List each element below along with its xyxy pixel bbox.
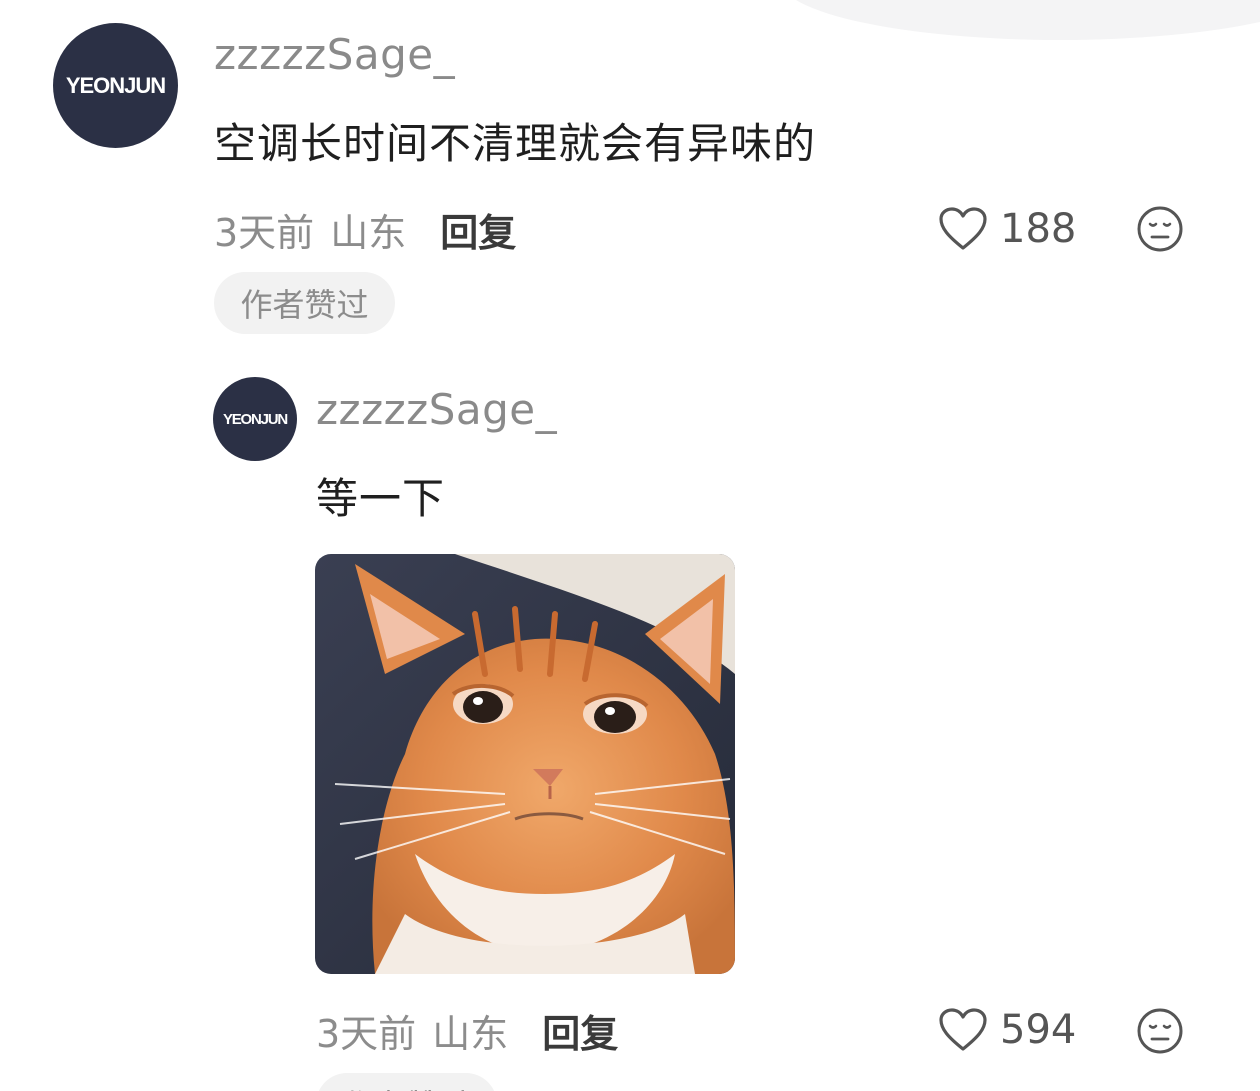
comment-meta: 3天前 山东 回复 [214, 202, 516, 257]
like-button[interactable]: 188 [938, 204, 1076, 254]
cat-sticker-image[interactable] [315, 554, 735, 974]
author-liked-badge: 作者赞过 [214, 272, 395, 334]
comment-thread: YEONJUN zzzzzSage_ 空调长时间不清理就会有异味的 3天前 山东… [0, 0, 1260, 1091]
avatar[interactable]: YEONJUN [53, 23, 178, 148]
heart-icon [939, 1008, 987, 1051]
reply-avatar[interactable]: YEONJUN [213, 377, 297, 461]
reply-author-liked-badge: 作者赞过 [316, 1073, 497, 1091]
comment-text: 空调长时间不清理就会有异味的 [214, 119, 817, 168]
reply-to-reply-button[interactable]: 回复 [542, 1003, 618, 1058]
reply-like-count: 594 [1000, 1007, 1077, 1053]
meh-face-icon[interactable] [1136, 1007, 1184, 1055]
reply-meta: 3天前 山东 回复 [316, 1003, 618, 1058]
comment-username[interactable]: zzzzzSage_ [214, 30, 455, 79]
heart-icon [939, 207, 987, 250]
header-edge [780, 0, 1260, 40]
avatar-text: YEONJUN [65, 72, 166, 98]
reply-like-button[interactable]: 594 [938, 1005, 1076, 1055]
reply-button[interactable]: 回复 [440, 202, 516, 257]
avatar-text: YEONJUN [222, 410, 288, 428]
like-count: 188 [1000, 206, 1077, 252]
reply-text: 等一下 [316, 474, 446, 523]
comment-time: 3天前 [214, 210, 315, 255]
reply-username[interactable]: zzzzzSage_ [316, 385, 557, 434]
orange-cat-illustration [315, 554, 735, 974]
reply-time: 3天前 [316, 1011, 417, 1056]
comment-location: 山东 [330, 210, 407, 255]
meh-face-icon[interactable] [1136, 205, 1184, 253]
reply-location: 山东 [432, 1011, 509, 1056]
